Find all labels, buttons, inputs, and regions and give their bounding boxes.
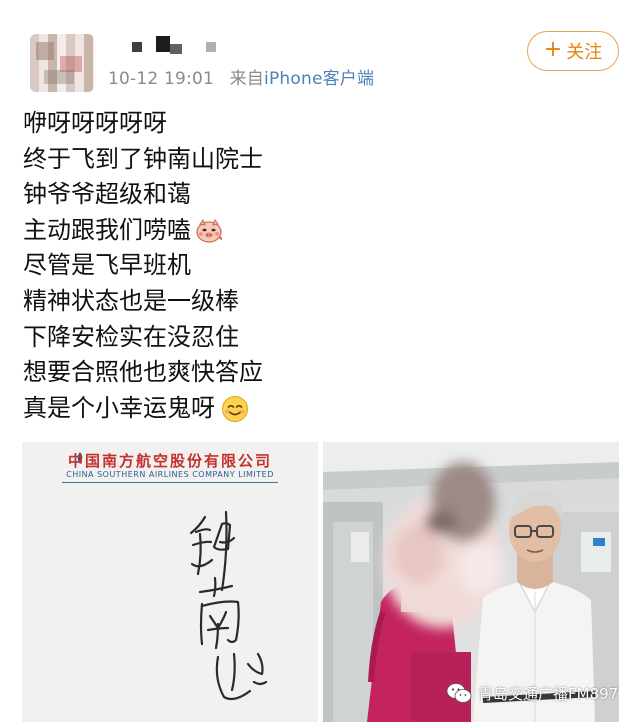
author-name-redacted[interactable] <box>108 36 228 58</box>
follow-label: 关注 <box>566 42 603 63</box>
text-line: 尽管是飞早班机 <box>23 251 191 280</box>
text-line: 想要合照他也爽快答应 <box>23 358 263 387</box>
text-line: 终于飞到了钟南山院士 <box>23 144 263 173</box>
post-header: 10-12 19:01 来自iPhone客户端 + 关注 <box>0 0 640 100</box>
avatar[interactable] <box>30 34 94 92</box>
plus-icon: + <box>543 37 563 62</box>
post-meta: 10-12 19:01 来自iPhone客户端 <box>108 64 374 89</box>
handwritten-signature <box>189 510 268 701</box>
source-prefix: 来自 <box>229 69 265 89</box>
text-line: 钟爷爷超级和蔼 <box>23 180 191 209</box>
post-text: 咿呀呀呀呀呀 终于飞到了钟南山院士 钟爷爷超级和蔼 主动跟我们唠嗑 尽管是飞早班… <box>23 106 623 426</box>
follow-button[interactable]: + 关注 <box>527 31 619 71</box>
text-line: 下降安检实在没忍住 <box>23 322 239 351</box>
signature-photo[interactable]: 中国南方航空股份有限公司 CHINA SOUTHERN AIRLINES COM… <box>22 442 318 722</box>
text-line: 精神状态也是一级棒 <box>23 286 239 315</box>
watermark-text: 青岛交通广播FM897 <box>478 684 619 703</box>
text-line: 咿呀呀呀呀呀 <box>23 109 167 137</box>
blushing-pig-emoji <box>195 218 223 244</box>
source-watermark: 青岛交通广播FM897 <box>446 680 618 706</box>
text-line: 真是个小幸运鬼呀 <box>23 391 623 427</box>
timestamp: 10-12 19:01 <box>108 69 214 89</box>
smiling-face-emoji <box>221 395 249 423</box>
source-client: iPhone客户端 <box>264 69 375 89</box>
wechat-icon <box>446 683 472 703</box>
text-line: 主动跟我们唠嗑 <box>23 213 623 249</box>
